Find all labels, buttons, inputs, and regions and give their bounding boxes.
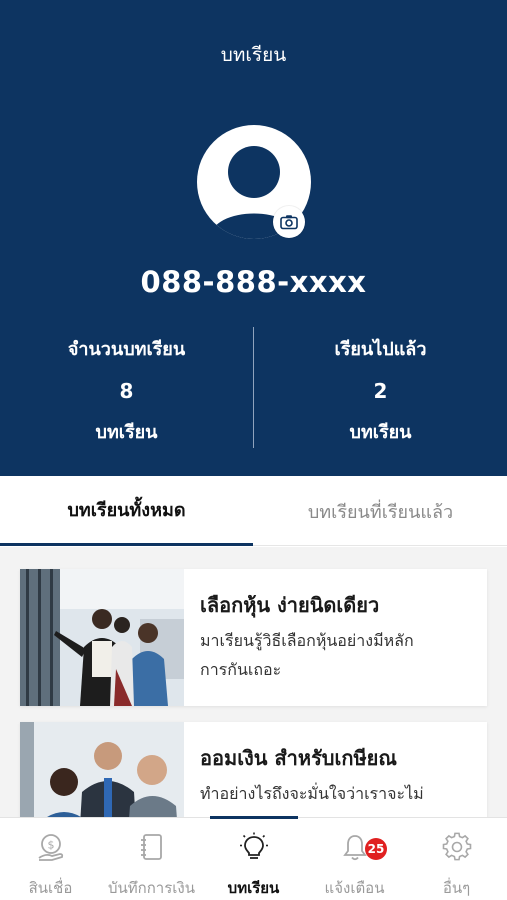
lesson-text: ออมเงิน สำหรับเกษียณ ทำอย่างไรถึงจะมั่นใ… xyxy=(200,742,475,808)
lesson-thumbnail xyxy=(20,569,184,706)
nav-item-lessons[interactable]: บทเรียน xyxy=(203,818,304,900)
loan-icon: $ xyxy=(34,830,68,864)
stat-unit: บทเรียน xyxy=(95,422,158,443)
phone-number: 088-888-xxxx xyxy=(140,265,367,299)
nav-label: บทเรียน xyxy=(227,879,280,897)
notebook-icon xyxy=(135,830,169,864)
bottom-nav: $ สินเชื่อ บันทึกการเงิน บทเรียน แจ้งเตื… xyxy=(0,816,507,900)
stat-total-lessons: จำนวนบทเรียน 8 บทเรียน xyxy=(0,336,253,447)
lesson-text: เลือกหุ้น ง่ายนิดเดียว มาเรียนรู้วิธีเลื… xyxy=(200,589,475,684)
camera-icon xyxy=(280,215,298,230)
nav-label: สินเชื่อ xyxy=(28,879,73,897)
lesson-title: เลือกหุ้น ง่ายนิดเดียว xyxy=(200,593,380,617)
lightbulb-icon xyxy=(237,830,271,864)
lesson-list: เลือกหุ้น ง่ายนิดเดียว มาเรียนรู้วิธีเลื… xyxy=(0,547,507,817)
nav-label: อื่นๆ xyxy=(442,879,471,897)
lesson-card[interactable]: ออมเงิน สำหรับเกษียณ ทำอย่างไรถึงจะมั่นใ… xyxy=(20,722,487,817)
lesson-description: ทำอย่างไรถึงจะมั่นใจว่าเราจะไม่ xyxy=(200,779,475,808)
tab-all-lessons[interactable]: บทเรียนทั้งหมด xyxy=(0,476,253,546)
gear-icon xyxy=(440,830,474,864)
stat-value: 8 xyxy=(119,379,134,403)
stat-completed-lessons: เรียนไปแล้ว 2 บทเรียน xyxy=(254,336,507,447)
stat-label: เรียนไปแล้ว xyxy=(334,339,427,360)
profile-header: บทเรียน 088-888-xxxx จำนวนบทเรียน 8 บทเร… xyxy=(0,0,507,476)
lesson-description: มาเรียนรู้วิธีเลือกหุ้นอย่างมีหลัก การกั… xyxy=(200,626,475,684)
lesson-thumbnail xyxy=(20,722,184,817)
nav-label: แจ้งเตือน xyxy=(324,879,385,897)
change-photo-button[interactable] xyxy=(273,206,305,238)
stat-value: 2 xyxy=(373,379,388,403)
page-title: บทเรียน xyxy=(220,44,287,66)
nav-item-more[interactable]: อื่นๆ xyxy=(406,818,507,900)
notification-badge: 25 xyxy=(365,838,387,860)
nav-item-loan[interactable]: $ สินเชื่อ xyxy=(0,818,101,900)
nav-item-notifications[interactable]: แจ้งเตือน xyxy=(304,818,405,900)
lesson-description-line: มาเรียนรู้วิธีเลือกหุ้นอย่างมีหลัก xyxy=(200,631,414,650)
lesson-tabs: บทเรียนทั้งหมด บทเรียนที่เรียนแล้ว xyxy=(0,476,507,546)
stat-label: จำนวนบทเรียน xyxy=(67,339,186,360)
nav-label: บันทึกการเงิน xyxy=(107,879,195,897)
lesson-card[interactable]: เลือกหุ้น ง่ายนิดเดียว มาเรียนรู้วิธีเลื… xyxy=(20,569,487,706)
lesson-title: ออมเงิน สำหรับเกษียณ xyxy=(200,746,397,770)
lesson-description-line: ทำอย่างไรถึงจะมั่นใจว่าเราจะไม่ xyxy=(200,784,424,803)
tab-completed-lessons[interactable]: บทเรียนที่เรียนแล้ว xyxy=(254,476,507,546)
nav-item-finance-notes[interactable]: บันทึกการเงิน xyxy=(101,818,202,900)
stat-unit: บทเรียน xyxy=(349,422,412,443)
lesson-description-line: การกันเถอะ xyxy=(200,660,282,679)
svg-text:$: $ xyxy=(47,839,54,852)
